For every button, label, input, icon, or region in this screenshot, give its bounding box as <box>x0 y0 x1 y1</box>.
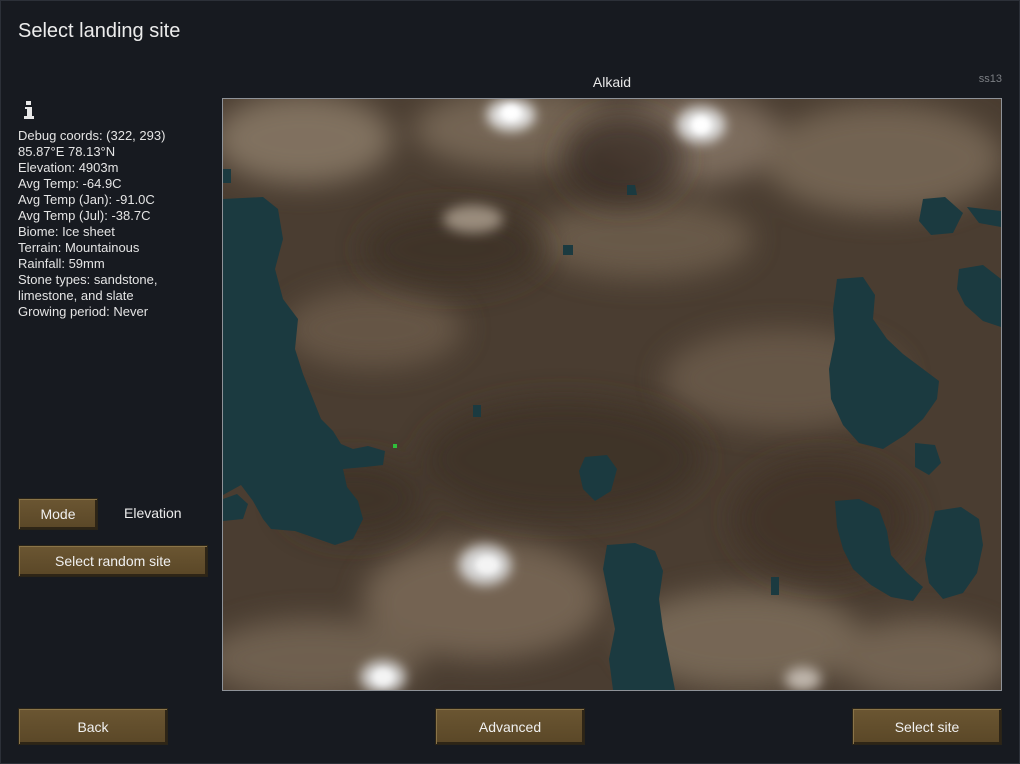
info-stone-types: Stone types: sandstone, limestone, and s… <box>18 272 158 303</box>
world-name: Alkaid <box>592 74 632 90</box>
info-icon <box>24 101 34 119</box>
select-site-button[interactable]: Select site <box>852 708 1002 745</box>
info-coordinates: 85.87°E 78.13°N <box>18 144 116 159</box>
selected-tile-marker <box>393 444 397 448</box>
info-avg-temp: Avg Temp: -64.9C <box>18 176 122 191</box>
advanced-button[interactable]: Advanced <box>435 708 585 745</box>
seed-label: ss13 <box>978 73 1002 85</box>
info-debug-coords: Debug coords: (322, 293) <box>18 128 166 143</box>
info-avg-temp-jan: Avg Temp (Jan): -91.0C <box>18 192 155 207</box>
select-random-site-button[interactable]: Select random site <box>18 545 208 577</box>
page-title: Select landing site <box>18 20 181 42</box>
info-rainfall: Rainfall: 59mm <box>18 256 105 271</box>
world-map[interactable] <box>222 98 1002 691</box>
mode-value: Elevation <box>124 505 182 521</box>
info-biome: Biome: Ice sheet <box>18 224 115 239</box>
mode-button[interactable]: Mode <box>18 498 98 530</box>
info-growing-period: Growing period: Never <box>18 304 149 319</box>
elevation-map-graphic <box>223 99 1001 690</box>
info-elevation: Elevation: 4903m <box>18 160 119 175</box>
back-button[interactable]: Back <box>18 708 168 745</box>
info-avg-temp-jul: Avg Temp (Jul): -38.7C <box>18 208 151 223</box>
info-terrain: Terrain: Mountainous <box>18 240 140 255</box>
tile-info-list: Debug coords: (322, 293) 85.87°E 78.13°N… <box>18 128 213 320</box>
